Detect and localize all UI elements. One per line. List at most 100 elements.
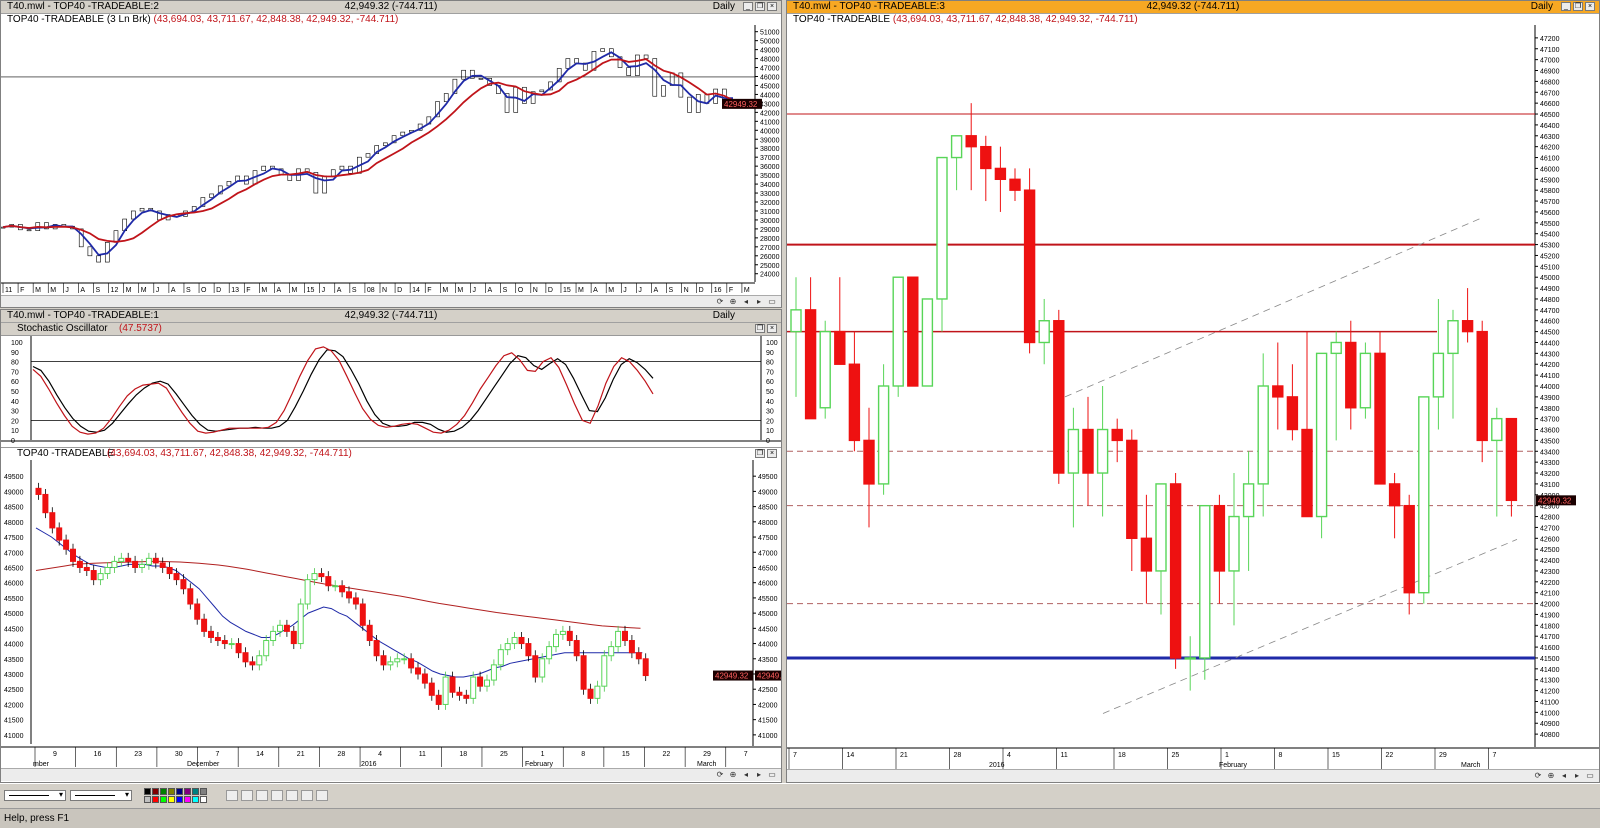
color-swatch[interactable] [168, 788, 175, 795]
color-swatch[interactable] [144, 788, 151, 795]
x-tick-label: 14 [847, 752, 855, 759]
pane-title-bar-active[interactable]: T40.mwl - TOP40 -TRADEABLE:3 42,949.32 (… [787, 1, 1599, 14]
y-tick-label: 41900 [1540, 612, 1560, 619]
drawing-tool-icon[interactable] [226, 790, 238, 801]
color-swatch[interactable] [176, 796, 183, 803]
candle-down [325, 576, 332, 587]
restore-icon[interactable]: ❐ [755, 449, 765, 458]
zoom-icon[interactable]: ⊕ [1546, 771, 1556, 781]
y-tick-label: 46000 [1540, 166, 1560, 173]
candle-down [907, 276, 919, 387]
candle-down [622, 630, 628, 642]
line-break-chart[interactable]: 51000 50000 49000 48000 47000 4600045000 44000… [1, 25, 781, 295]
x-tick-label: 7 [744, 751, 748, 758]
candle-down [1286, 396, 1299, 431]
candle-down [35, 487, 42, 495]
candle-up [470, 676, 477, 699]
line-width-select[interactable]: ▾ [70, 790, 132, 801]
close-icon[interactable]: × [767, 324, 777, 333]
drawing-tool-icon[interactable] [286, 790, 298, 801]
line-style-select[interactable]: ▾ [4, 790, 66, 801]
y-tick-label-left: 60 [11, 379, 19, 386]
refresh-icon[interactable]: ⟳ [715, 297, 725, 307]
x-group-label: March [697, 761, 717, 768]
scroll-right-icon[interactable]: ▸ [754, 770, 764, 780]
x-group-label: December [187, 761, 220, 768]
drawing-tool-icon[interactable] [241, 790, 253, 801]
close-icon[interactable]: × [767, 2, 777, 11]
minimize-icon[interactable]: _ [1561, 2, 1571, 11]
drawing-tool-icon[interactable] [271, 790, 283, 801]
x-tick-label: M [744, 287, 750, 294]
restore-icon[interactable]: ❐ [755, 2, 765, 11]
color-swatch[interactable] [176, 788, 183, 795]
color-swatch[interactable] [168, 796, 175, 803]
drawing-tool-icon[interactable] [316, 790, 328, 801]
color-palette[interactable] [144, 788, 210, 804]
candlestick-chart-small[interactable]: 49500 49000 48500 48000 47500 47000 46500 46000… [1, 460, 781, 768]
pane-title-bar[interactable]: T40.mwl - TOP40 -TRADEABLE:1 42,949.32 (… [1, 310, 781, 323]
color-swatch[interactable] [192, 796, 199, 803]
candle-down [1301, 428, 1313, 518]
drawing-tool-icon[interactable] [301, 790, 313, 801]
color-swatch[interactable] [192, 788, 199, 795]
candle-down [1374, 352, 1386, 485]
color-swatch[interactable] [184, 788, 191, 795]
close-icon[interactable]: × [1585, 2, 1595, 11]
zoom-icon[interactable]: ⊕ [728, 297, 738, 307]
zoom-icon[interactable]: ⊕ [728, 770, 738, 780]
y-tick-label: 43200 [1540, 471, 1560, 478]
y-tick-label: 42800 [1540, 515, 1560, 522]
color-swatch[interactable] [152, 788, 159, 795]
candlestick-chart-large[interactable]: 47200 47100 47000 46900 46800 46700 46600 46500… [787, 25, 1599, 769]
y-tick-label: 46000 [760, 75, 780, 82]
candle-down [249, 661, 256, 666]
x-tick-label: M [608, 287, 614, 294]
close-icon[interactable]: × [767, 449, 777, 458]
candle-up [921, 298, 934, 387]
candle-down [1213, 504, 1226, 572]
horizontal-scrollbar[interactable]: ⟳ ⊕ ◂ ▸ ▭ [787, 769, 1599, 782]
candle-down [1505, 417, 1518, 502]
scroll-left-icon[interactable]: ◂ [1559, 771, 1569, 781]
refresh-icon[interactable]: ⟳ [715, 770, 725, 780]
scroll-left-icon[interactable]: ◂ [741, 297, 751, 307]
minimize-icon[interactable]: _ [743, 2, 753, 11]
color-swatch[interactable] [152, 796, 159, 803]
color-swatch[interactable] [200, 796, 207, 803]
scroll-right-icon[interactable]: ▸ [1572, 771, 1582, 781]
x-tick-label: M [442, 287, 448, 294]
drawing-tool-icon[interactable] [256, 790, 268, 801]
x-group-label: February [1219, 762, 1248, 769]
pane-right[interactable]: T40.mwl - TOP40 -TRADEABLE:3 42,949.32 (… [786, 0, 1600, 783]
candle-down [477, 676, 484, 687]
horizontal-scrollbar[interactable]: ⟳ ⊕ ◂ ▸ ▭ [1, 295, 781, 307]
pane-left-bottom[interactable]: T40.mwl - TOP40 -TRADEABLE:1 42,949.32 (… [0, 309, 782, 783]
y-tick-label: 44000 [758, 642, 778, 649]
candle-up [1359, 352, 1372, 409]
color-swatch[interactable] [160, 788, 167, 795]
color-swatch[interactable] [184, 796, 191, 803]
scroll-icon[interactable]: ▭ [1585, 771, 1595, 781]
x-tick-label: 29 [703, 751, 711, 758]
restore-icon[interactable]: ❐ [1573, 2, 1583, 11]
line-break-brick [209, 193, 214, 198]
scroll-left-icon[interactable]: ◂ [741, 770, 751, 780]
drawing-tools[interactable] [226, 790, 336, 802]
scroll-icon[interactable]: ▭ [767, 770, 777, 780]
restore-icon[interactable]: ❐ [755, 324, 765, 333]
color-swatch[interactable] [160, 796, 167, 803]
scroll-right-icon[interactable]: ▸ [754, 297, 764, 307]
stochastic-chart[interactable]: 100 100 90 90 80 80 70 70 60 60 50 50 40 40 30 30 20 20 10… [1, 336, 781, 446]
refresh-icon[interactable]: ⟳ [1533, 771, 1543, 781]
y-tick-label: 41300 [1540, 678, 1560, 685]
scroll-icon[interactable]: ▭ [767, 297, 777, 307]
horizontal-scrollbar[interactable]: ⟳ ⊕ ◂ ▸ ▭ [1, 768, 781, 781]
x-tick-label: A [337, 287, 342, 294]
color-swatch[interactable] [144, 796, 151, 803]
y-tick-label: 28000 [760, 236, 780, 243]
color-swatch[interactable] [200, 788, 207, 795]
candle-up [1491, 417, 1503, 442]
pane-left-top[interactable]: T40.mwl - TOP40 -TRADEABLE:2 42,949.32 (… [0, 0, 782, 308]
pane-title-bar[interactable]: T40.mwl - TOP40 -TRADEABLE:2 42,949.32 (… [1, 1, 781, 14]
